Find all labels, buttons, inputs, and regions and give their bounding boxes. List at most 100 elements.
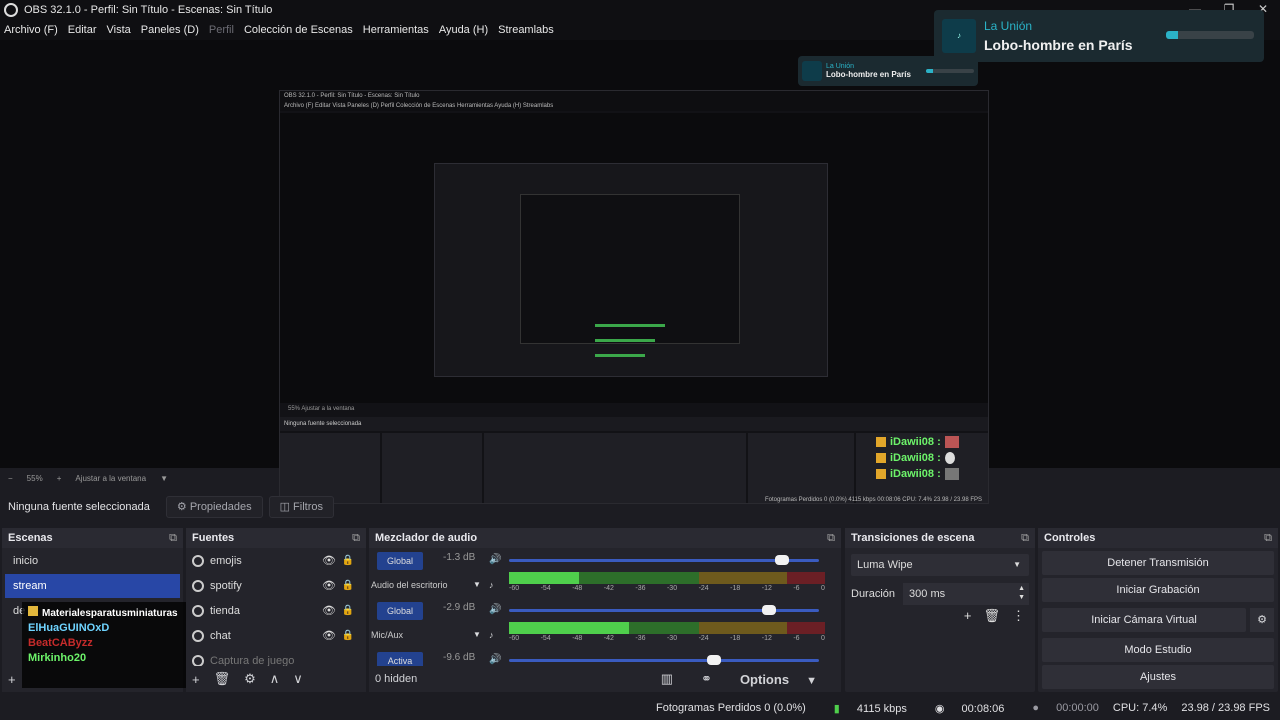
- zoom-in-button[interactable]: +: [57, 474, 62, 483]
- properties-button[interactable]: ⚙ Propiedades: [165, 496, 263, 518]
- dock-icon[interactable]: ⧉: [352, 528, 360, 548]
- scene-item-stream[interactable]: stream: [5, 574, 180, 598]
- eye-icon[interactable]: 👁: [322, 604, 336, 617]
- chevron-down-icon[interactable]: ▼: [473, 630, 481, 639]
- source-item-chat[interactable]: chat 👁 🔒: [186, 623, 366, 648]
- nowplaying-text: La Unión Lobo-hombre en París: [984, 19, 1133, 53]
- add-icon[interactable]: +: [964, 608, 972, 624]
- menu-herramientas[interactable]: Herramientas: [363, 24, 429, 36]
- controls-panel: Controles ⧉ Detener Transmisión Iniciar G…: [1038, 528, 1278, 692]
- lock-icon[interactable]: 🔒: [342, 555, 354, 566]
- eye-icon[interactable]: 👁: [322, 554, 336, 567]
- speaker-icon[interactable]: 🔊: [489, 554, 501, 565]
- menu-coleccion[interactable]: Colección de Escenas: [244, 24, 353, 36]
- stepper-icon[interactable]: ▲ ▼: [1018, 584, 1025, 602]
- transition-select[interactable]: Luma Wipe ▼: [851, 554, 1029, 576]
- dock-icon[interactable]: ⧉: [1264, 528, 1272, 548]
- mixer-title: Mezclador de audio: [375, 532, 478, 544]
- speaker-icon[interactable]: 🔊: [489, 604, 501, 615]
- meter-tick-label: -6: [793, 585, 800, 592]
- settings-button[interactable]: Ajustes: [1042, 665, 1274, 689]
- meter-red: [787, 572, 825, 584]
- menu-ayuda[interactable]: Ayuda (H): [439, 24, 488, 36]
- volume-knob[interactable]: [774, 555, 789, 565]
- meter-tick-label: -30: [666, 585, 678, 592]
- emote-icon: [944, 452, 955, 464]
- menu-paneles[interactable]: Paneles (D): [141, 24, 199, 36]
- live-icon: ◉: [934, 702, 945, 715]
- options-button[interactable]: Options ▼: [740, 672, 817, 687]
- add-scene-button[interactable]: +: [8, 672, 16, 687]
- meter-green: [629, 622, 699, 634]
- meter-tick-label: -60: [509, 635, 520, 642]
- start-virtual-cam-button[interactable]: Iniciar Cámara Virtual: [1042, 608, 1246, 632]
- nested-panel: [382, 433, 482, 503]
- game-capture-icon: [192, 654, 204, 667]
- gear-icon[interactable]: ⚙: [1250, 608, 1274, 632]
- add-source-button[interactable]: +: [192, 672, 200, 687]
- crown-badge-icon: [876, 453, 886, 463]
- more-icon[interactable]: ⋮: [1012, 608, 1025, 624]
- audio-source-name: Audio del escritorio: [371, 580, 448, 590]
- gear-icon[interactable]: ⚙: [244, 671, 256, 687]
- mixer-row: Global -2.9 dB 🔊 Mic/Aux ▼ ♪ -60 -54 -48 -4…: [369, 598, 841, 648]
- monitor-icon[interactable]: ♪: [489, 630, 494, 640]
- sources-footer: + 🗑 ⚙ ∧ ∨: [186, 666, 366, 692]
- lock-icon[interactable]: 🔒: [342, 605, 354, 616]
- meter-ticks: -60 -54 -48 -42 -36 -30 -24 -18 -12 -6 0: [509, 635, 825, 642]
- crown-badge-icon: [876, 437, 886, 447]
- menu-perfil[interactable]: Perfil: [209, 24, 234, 36]
- zoom-out-button[interactable]: −: [8, 474, 13, 483]
- layout-icon[interactable]: ▥: [661, 671, 673, 687]
- trash-icon[interactable]: 🗑: [983, 608, 1000, 624]
- scenes-header: Escenas ⧉: [2, 528, 183, 548]
- start-recording-button[interactable]: Iniciar Grabación: [1042, 578, 1274, 602]
- studio-mode-button[interactable]: Modo Estudio: [1042, 638, 1274, 662]
- source-item-emojis[interactable]: emojis 👁 🔒: [186, 548, 366, 573]
- filters-label: Filtros: [293, 501, 323, 513]
- chevron-down-icon[interactable]: ▼: [473, 580, 481, 589]
- source-item-tienda[interactable]: tienda 👁 🔒: [186, 598, 366, 623]
- duration-input[interactable]: 300 ms ▲ ▼: [903, 583, 1029, 605]
- volume-slider[interactable]: [509, 559, 819, 562]
- global-button[interactable]: Global: [377, 602, 423, 620]
- nested-progress: [926, 69, 974, 73]
- eye-icon[interactable]: 👁: [322, 579, 336, 592]
- nowplaying-progress: [1166, 31, 1254, 39]
- scene-item-inicio[interactable]: inicio: [5, 549, 180, 573]
- zoom-bar: − 55% + Ajustar a la ventana ▼: [0, 470, 1280, 486]
- preview-canvas[interactable]: OBS 32.1.0 - Perfil: Sin Título - Escena…: [0, 40, 1280, 504]
- dock-icon[interactable]: ⧉: [827, 528, 835, 548]
- lock-icon[interactable]: 🔒: [342, 580, 354, 591]
- fit-window-button[interactable]: Ajustar a la ventana: [75, 474, 146, 483]
- menu-editar[interactable]: Editar: [68, 24, 97, 36]
- nested-preview: [280, 113, 988, 403]
- audio-source-name: Mic/Aux: [371, 630, 404, 640]
- dock-icon[interactable]: ⧉: [1021, 528, 1029, 548]
- bitrate: ▮ 4115 kbps: [833, 702, 907, 715]
- source-item-spotify[interactable]: spotify 👁 🔒: [186, 573, 366, 598]
- move-up-icon[interactable]: ∧: [270, 671, 280, 687]
- meter-tick-label: -18: [730, 635, 741, 642]
- menu-streamlabs[interactable]: Streamlabs: [498, 24, 554, 36]
- meter-lit: [509, 572, 579, 584]
- duration-label: Duración: [851, 588, 896, 600]
- dock-icon[interactable]: ⧉: [169, 528, 177, 548]
- eye-icon[interactable]: 👁: [322, 629, 336, 642]
- stop-stream-button[interactable]: Detener Transmisión: [1042, 551, 1274, 575]
- menu-vista[interactable]: Vista: [107, 24, 131, 36]
- volume-knob[interactable]: [706, 655, 721, 665]
- monitor-icon[interactable]: ♪: [489, 580, 494, 590]
- trash-icon[interactable]: 🗑: [214, 671, 231, 687]
- chevron-down-icon[interactable]: ▼: [160, 474, 168, 483]
- move-down-icon[interactable]: ∨: [293, 671, 303, 687]
- meter-tick-label: -60: [509, 585, 520, 592]
- global-button[interactable]: Global: [377, 552, 423, 570]
- speaker-icon[interactable]: 🔊: [489, 654, 501, 665]
- menu-archivo[interactable]: Archivo (F): [4, 24, 58, 36]
- volume-knob[interactable]: [762, 605, 777, 615]
- filters-button[interactable]: ◫ Filtros: [268, 496, 334, 518]
- lock-icon[interactable]: 🔒: [342, 630, 354, 641]
- link-icon[interactable]: ⚭: [701, 671, 712, 687]
- volume-slider[interactable]: [509, 659, 819, 662]
